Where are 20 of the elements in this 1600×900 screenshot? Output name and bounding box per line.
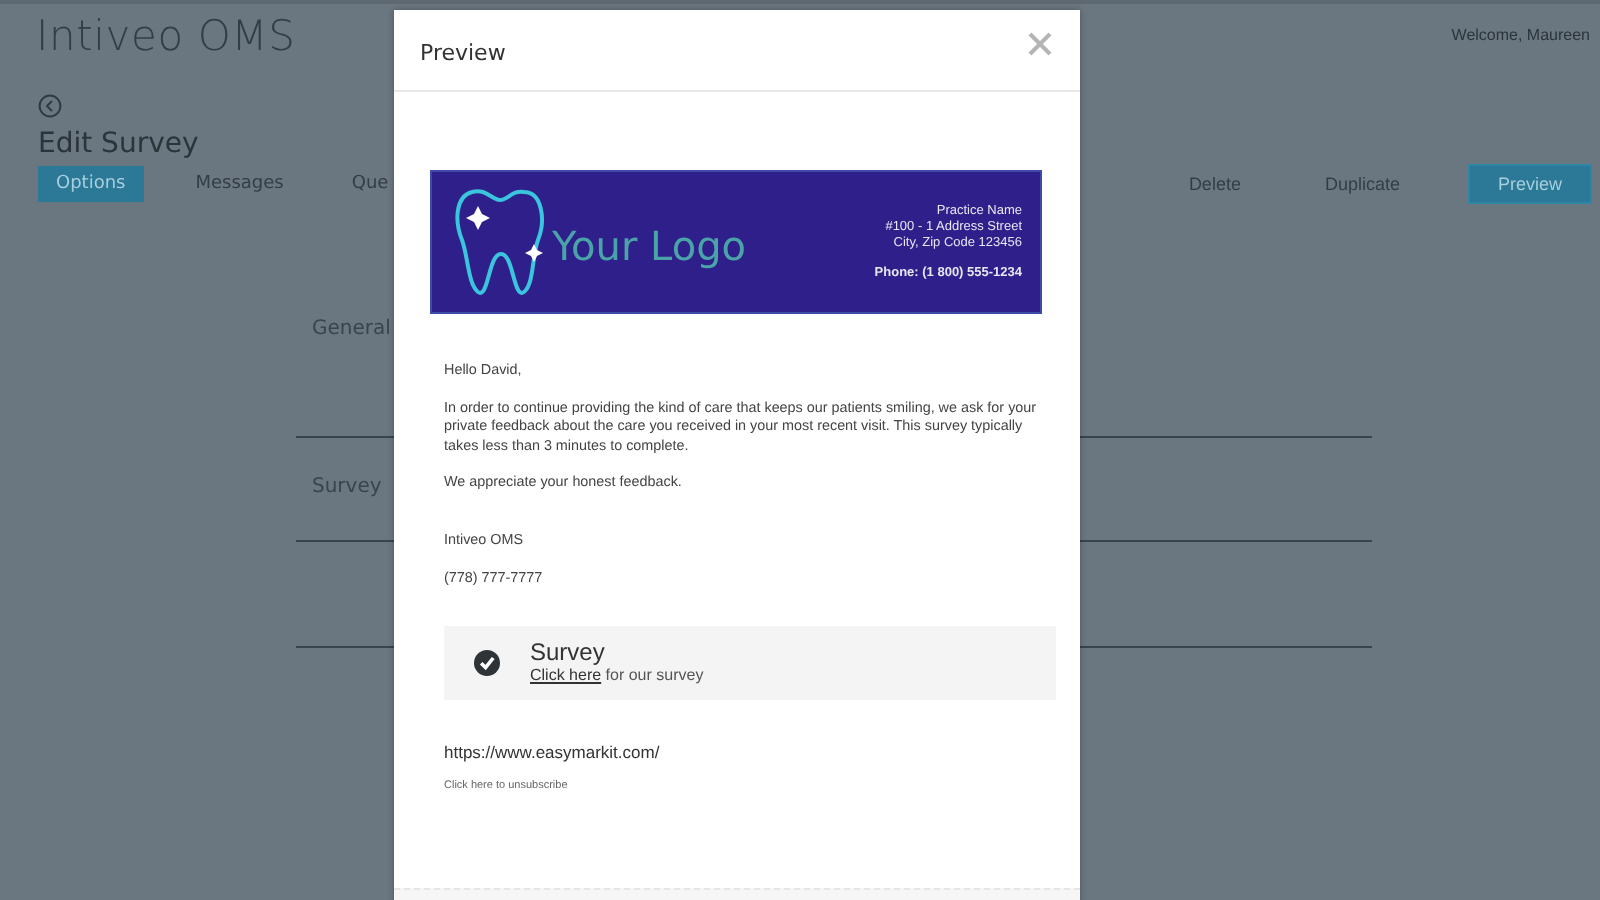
tooth-drawing (452, 184, 548, 300)
action-button[interactable]: Delete (1172, 166, 1257, 202)
action-button[interactable]: Duplicate (1308, 166, 1416, 202)
back-icon[interactable] (38, 94, 62, 118)
app-title: Intiveo OMS (36, 12, 296, 60)
welcome-text: Welcome, Maureen (1451, 26, 1590, 44)
tab[interactable]: Que (335, 166, 405, 202)
dialog-title: Preview (420, 39, 506, 65)
close-button[interactable] (1028, 32, 1052, 56)
close-icon (1028, 32, 1052, 56)
check-circle-icon (474, 649, 500, 675)
page-heading: Edit Survey (36, 126, 201, 160)
preview-button[interactable]: Preview (1467, 164, 1592, 204)
website-text: https://www.easymarkit.com/ (444, 741, 662, 761)
tab[interactable]: Messages (179, 166, 300, 202)
survey-title: Survey (530, 640, 607, 666)
tab[interactable]: Options (38, 166, 144, 202)
logo-text: Your Logo (552, 222, 747, 270)
survey-link-text: Click here for our survey (530, 666, 704, 684)
survey-link[interactable]: Click here (530, 666, 602, 684)
